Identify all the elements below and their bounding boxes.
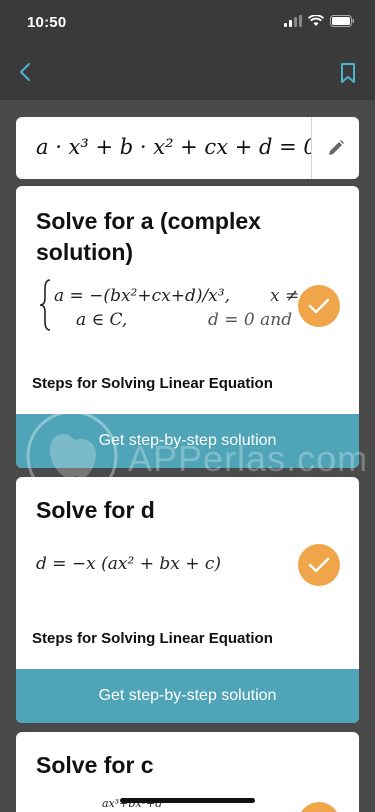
status-time: 10:50: [27, 14, 67, 31]
get-steps-button[interactable]: Get step-by-step solution: [16, 414, 359, 468]
check-badge: [298, 802, 340, 812]
check-badge: [298, 544, 340, 586]
equation-input[interactable]: a · x³ + b · x² + cx + d = 0: [16, 117, 359, 179]
check-icon: [308, 298, 330, 314]
edit-equation-button[interactable]: [311, 117, 359, 179]
formula-line-1: a = −(bx²+cx+d)/x³,: [54, 286, 230, 306]
solution-card-d: Solve for d d = −x (ax² + bx + c) Steps …: [16, 477, 359, 723]
nav-bar: [0, 44, 375, 100]
card-title: Solve for a (complex solution): [36, 208, 261, 265]
equation-text: a · x³ + b · x² + cx + d = 0: [36, 135, 317, 159]
get-steps-button[interactable]: Get step-by-step solution: [16, 669, 359, 723]
steps-label: Steps for Solving Linear Equation: [32, 630, 273, 647]
status-bar: 10:50: [0, 0, 375, 44]
pencil-icon: [328, 140, 344, 155]
formula-line-2: a ∈ C,: [76, 310, 128, 330]
solution-card-a: Solve for a (complex solution) a = −(bx²…: [16, 186, 359, 468]
formula-line-1: d = −x (ax² + bx + c): [36, 554, 222, 574]
home-indicator: [120, 798, 255, 803]
steps-label: Steps for Solving Linear Equation: [32, 375, 273, 392]
check-icon: [308, 557, 330, 573]
bookmark-icon[interactable]: [339, 62, 357, 84]
check-badge: [298, 285, 340, 327]
left-brace-icon: [39, 279, 51, 331]
formula-line-2-right: d = 0 and: [208, 310, 293, 330]
signal-icon: [284, 15, 302, 27]
back-icon[interactable]: [14, 60, 38, 84]
card-title: Solve for d: [36, 497, 155, 523]
wifi-icon: [308, 15, 324, 26]
status-icons: [284, 15, 355, 27]
formula-line-1-right: x ≠: [270, 286, 300, 306]
card-title: Solve for c: [36, 752, 154, 778]
battery-icon: [330, 15, 354, 27]
